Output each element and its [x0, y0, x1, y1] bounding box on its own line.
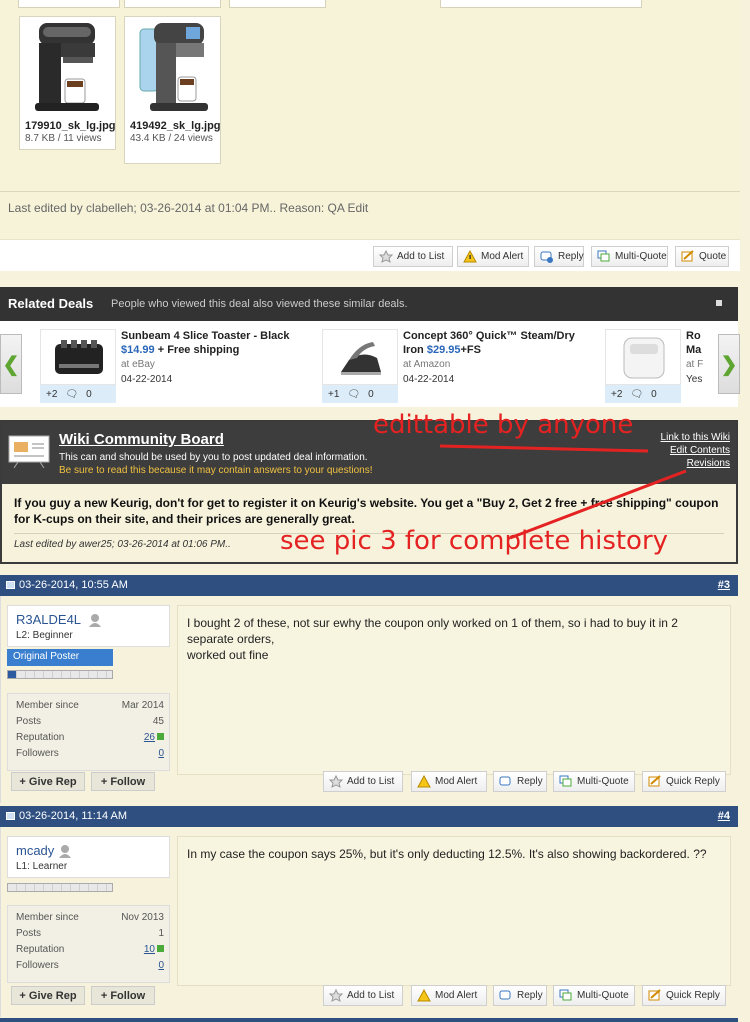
post-number[interactable]: #3 — [718, 579, 730, 591]
member-since: Nov 2013 — [121, 912, 164, 923]
stat-label: Followers — [16, 960, 59, 971]
button-label: Quick Reply — [666, 990, 720, 1001]
button-label: Reply — [517, 776, 543, 787]
username[interactable]: mcady — [16, 843, 54, 858]
username[interactable]: R3ALDE4L — [16, 612, 81, 627]
post-body: mcady L1: Learner Member since Nov 2013 P… — [0, 827, 738, 1017]
member-since: Mar 2014 — [121, 700, 164, 711]
warning-icon — [417, 774, 431, 788]
stat-label: Posts — [16, 716, 42, 727]
reputation-link[interactable]: 26 — [144, 732, 155, 743]
post-date-text: 03-26-2014, 10:55 AM — [19, 579, 128, 591]
button-label: Reply — [517, 990, 543, 1001]
button-label: Multi-Quote — [577, 990, 629, 1001]
user-rank: L2: Beginner — [16, 630, 73, 641]
user-stats: Member since Mar 2014 Posts 45 Reputation 2… — [7, 693, 170, 771]
stat-label: Followers — [16, 748, 59, 759]
quick-reply-button[interactable]: Quick Reply — [642, 985, 726, 1006]
post-text: I bought 2 of these, not sur ewhy the co… — [187, 616, 678, 646]
button-label: Add to List — [347, 776, 395, 787]
post-message: In my case the coupon says 25%, but it's… — [177, 836, 731, 986]
multi-quote-button[interactable]: Multi-Quote — [553, 771, 635, 792]
post-header: 03-26-2014, 11:14 AM #4 — [0, 806, 738, 827]
reply-button[interactable]: Reply — [493, 985, 547, 1006]
reputation-bar — [7, 883, 113, 892]
warning-icon — [417, 988, 431, 1002]
post-number[interactable]: #4 — [718, 810, 730, 822]
multi-quote-icon — [559, 989, 573, 1002]
post-icon — [6, 581, 15, 589]
reputation-bar — [7, 670, 113, 679]
add-to-list-button[interactable]: Add to List — [323, 985, 403, 1006]
mod-alert-button[interactable]: Mod Alert — [411, 985, 487, 1006]
give-rep-button[interactable]: + Give Rep — [11, 986, 85, 1005]
post-header: 03-26-2014, 10:55 AM #3 — [0, 575, 738, 596]
reply-icon — [499, 775, 513, 788]
reputation-icon — [157, 733, 164, 740]
post-message: I bought 2 of these, not sur ewhy the co… — [177, 605, 731, 775]
stat-label: Reputation — [16, 732, 65, 743]
quick-reply-button[interactable]: Quick Reply — [642, 771, 726, 792]
button-label: Add to List — [347, 990, 395, 1001]
post-date-text: 03-26-2014, 11:14 AM — [19, 810, 128, 822]
original-poster-badge: Original Poster — [7, 649, 113, 666]
mod-alert-button[interactable]: Mod Alert — [411, 771, 487, 792]
multi-quote-button[interactable]: Multi-Quote — [553, 985, 635, 1006]
followers-link[interactable]: 0 — [158, 960, 164, 971]
button-label: Mod Alert — [435, 990, 478, 1001]
next-post-header — [0, 1018, 738, 1022]
post-icon — [6, 812, 15, 820]
post-text: In my case the coupon says 25%, but it's… — [187, 847, 707, 861]
user-icon — [58, 844, 72, 861]
user-rank: L1: Learner — [16, 861, 68, 872]
annotation-arrows — [439, 444, 687, 540]
post-count: 1 — [158, 928, 164, 939]
button-label: Multi-Quote — [577, 776, 629, 787]
user-card: R3ALDE4L L2: Beginner — [7, 605, 170, 647]
quote-icon — [648, 775, 662, 788]
button-label: Quick Reply — [666, 776, 720, 787]
user-card: mcady L1: Learner — [7, 836, 170, 878]
follow-button[interactable]: + Follow — [91, 986, 155, 1005]
reputation-link[interactable]: 10 — [144, 944, 155, 955]
multi-quote-icon — [559, 775, 573, 788]
followers-link[interactable]: 0 — [158, 748, 164, 759]
add-to-list-button[interactable]: Add to List — [323, 771, 403, 792]
post-date: 03-26-2014, 11:14 AM — [6, 810, 127, 822]
post-text: worked out fine — [187, 648, 269, 662]
star-icon — [328, 988, 344, 1002]
star-icon — [328, 774, 344, 788]
post-date: 03-26-2014, 10:55 AM — [6, 579, 128, 591]
follow-button[interactable]: + Follow — [91, 772, 155, 791]
stat-label: Posts — [16, 928, 42, 939]
user-icon — [88, 613, 102, 630]
reply-icon — [499, 989, 513, 1002]
button-label: Mod Alert — [435, 776, 478, 787]
stat-label: Reputation — [16, 944, 65, 955]
reply-button[interactable]: Reply — [493, 771, 547, 792]
user-stats: Member since Nov 2013 Posts 1 Reputation 10… — [7, 905, 170, 983]
stat-label: Member since — [16, 912, 79, 923]
stat-label: Member since — [16, 700, 79, 711]
quote-icon — [648, 989, 662, 1002]
give-rep-button[interactable]: + Give Rep — [11, 772, 85, 791]
reputation-icon — [157, 945, 164, 952]
post-body: R3ALDE4L L2: Beginner Original Poster Me… — [0, 596, 738, 803]
post-count: 45 — [152, 716, 164, 727]
